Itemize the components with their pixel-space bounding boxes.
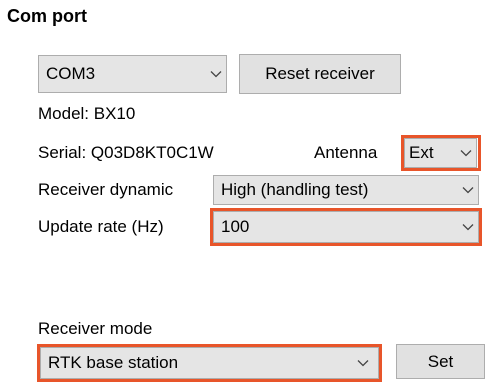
receiver-mode-select[interactable]: RTK base station: [40, 347, 379, 379]
receiver-dynamic-select[interactable]: High (handling test): [213, 175, 479, 205]
receiver-mode-label: Receiver mode: [38, 319, 153, 338]
chevron-down-icon: [458, 176, 478, 204]
antenna-value: Ext: [409, 143, 434, 162]
com-port-select[interactable]: COM3: [38, 55, 227, 93]
receiver-mode-value: RTK base station: [48, 353, 179, 372]
update-rate-label: Update rate (Hz): [38, 217, 164, 236]
model-label: Model: BX10: [38, 104, 136, 123]
receiver-dynamic-label: Receiver dynamic: [38, 180, 174, 199]
com-port-value: COM3: [46, 64, 96, 83]
section-title: Com port: [7, 6, 87, 26]
update-rate-select[interactable]: 100: [213, 211, 479, 243]
update-rate-value: 100: [221, 217, 250, 236]
serial-label: Serial: Q03D8KT0C1W: [38, 143, 214, 162]
set-button[interactable]: Set: [396, 344, 485, 379]
reset-receiver-button[interactable]: Reset receiver: [239, 54, 401, 94]
antenna-select[interactable]: Ext: [404, 138, 477, 168]
chevron-down-icon: [206, 56, 226, 92]
receiver-dynamic-value: High (handling test): [221, 180, 369, 199]
chevron-down-icon: [456, 139, 476, 167]
chevron-down-icon: [458, 212, 478, 242]
antenna-label: Antenna: [314, 143, 378, 162]
chevron-down-icon: [348, 348, 378, 378]
